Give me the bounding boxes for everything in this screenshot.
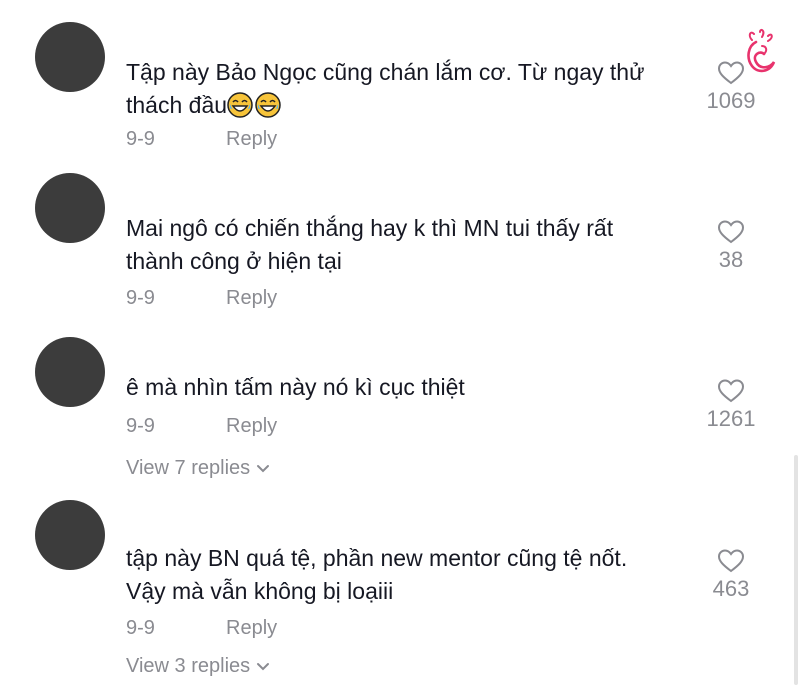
like-control: 38 bbox=[700, 219, 762, 273]
heart-outline-icon[interactable] bbox=[717, 60, 745, 86]
comment-text: tập này BN quá tệ, phần new mentor cũng … bbox=[126, 545, 628, 604]
heart-outline-icon[interactable] bbox=[717, 548, 745, 574]
comment-date: 9-9 bbox=[126, 617, 155, 639]
scrollbar[interactable] bbox=[794, 455, 798, 685]
avatar[interactable] bbox=[35, 337, 105, 407]
reply-button[interactable]: Reply bbox=[226, 617, 277, 640]
comment-text: Mai ngô có chiến thắng hay k thì MN tui … bbox=[126, 215, 614, 274]
reply-button[interactable]: Reply bbox=[226, 415, 277, 438]
like-count: 1069 bbox=[706, 88, 756, 113]
comment-text: ê mà nhìn tấm này nó kì cục thiệt bbox=[126, 374, 465, 400]
reply-button[interactable]: Reply bbox=[226, 287, 277, 310]
comment-date: 9-9 bbox=[126, 415, 155, 437]
comment-text-content: Tập này Bảo Ngọc cũng chán lắm cơ. Từ ng… bbox=[126, 59, 645, 118]
tears-of-joy-emoji bbox=[227, 92, 253, 118]
comment-date: 9-9 bbox=[126, 128, 155, 150]
like-count: 463 bbox=[712, 576, 750, 601]
chevron-down-icon bbox=[257, 464, 270, 473]
tears-of-joy-emoji bbox=[255, 92, 281, 118]
reply-button[interactable]: Reply bbox=[226, 128, 277, 151]
comment-meta: 9-9 Reply bbox=[126, 617, 277, 640]
comment-date: 9-9 bbox=[126, 287, 155, 309]
avatar[interactable] bbox=[35, 22, 105, 92]
heart-outline-icon[interactable] bbox=[717, 219, 745, 245]
like-count: 1261 bbox=[706, 406, 756, 431]
comment-text: Tập này Bảo Ngọc cũng chán lắm cơ. Từ ng… bbox=[126, 56, 686, 122]
chevron-down-icon bbox=[257, 662, 270, 671]
view-replies-button[interactable]: View 3 replies bbox=[126, 655, 270, 678]
like-control: 1069 bbox=[700, 60, 762, 114]
like-count: 38 bbox=[718, 247, 744, 272]
like-control: 463 bbox=[700, 548, 762, 602]
view-replies-label: View 7 replies bbox=[126, 457, 251, 479]
comment-meta: 9-9 Reply bbox=[126, 287, 277, 310]
heart-outline-icon[interactable] bbox=[717, 378, 745, 404]
comment-meta: 9-9 Reply bbox=[126, 415, 277, 438]
comment-meta: 9-9 Reply bbox=[126, 128, 277, 151]
avatar[interactable] bbox=[35, 173, 105, 243]
view-replies-label: View 3 replies bbox=[126, 655, 251, 677]
view-replies-button[interactable]: View 7 replies bbox=[126, 457, 270, 480]
avatar[interactable] bbox=[35, 500, 105, 570]
like-control: 1261 bbox=[700, 378, 762, 432]
